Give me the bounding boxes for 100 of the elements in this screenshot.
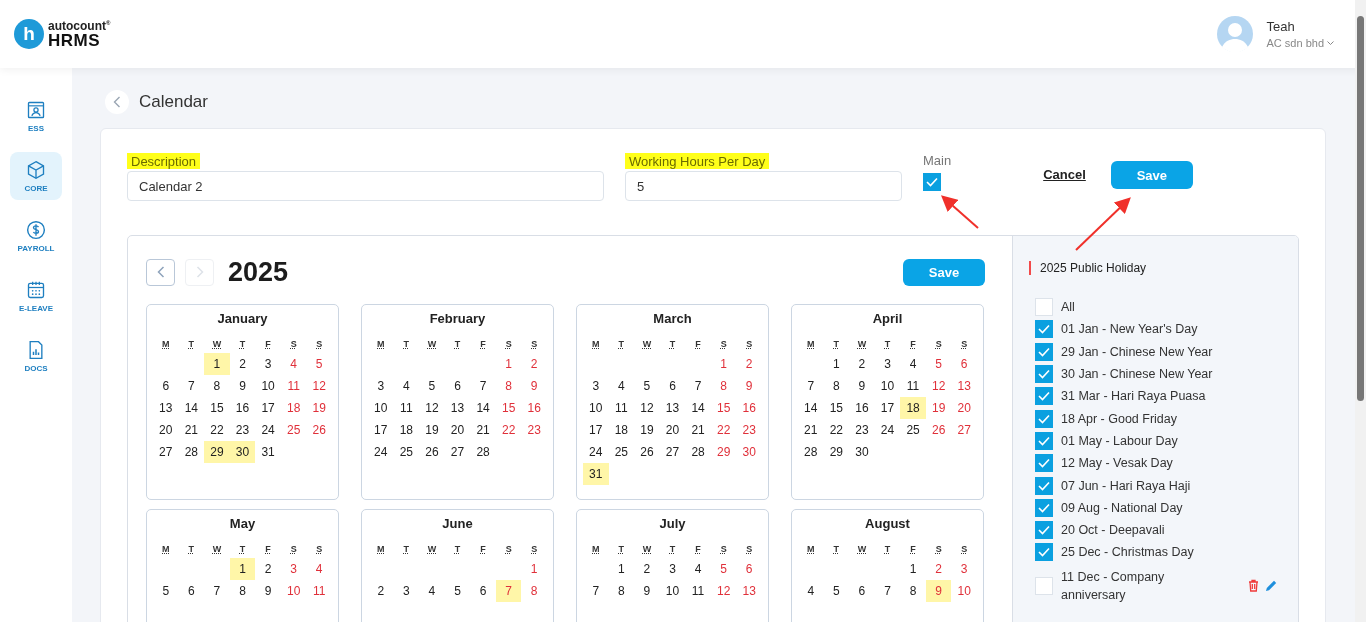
calendar-day[interactable]: 26 bbox=[419, 441, 445, 463]
calendar-day[interactable]: 31 bbox=[255, 441, 281, 463]
calendar-day[interactable]: 13 bbox=[659, 397, 686, 419]
calendar-day[interactable]: 26 bbox=[634, 441, 660, 463]
calendar-day[interactable]: 27 bbox=[444, 441, 471, 463]
calendar-day[interactable]: 11 bbox=[393, 397, 420, 419]
hours-input[interactable]: 5 bbox=[625, 171, 902, 201]
calendar-day[interactable]: 4 bbox=[608, 375, 635, 397]
checkbox[interactable] bbox=[1035, 476, 1053, 495]
calendar-day[interactable]: 5 bbox=[925, 353, 952, 375]
calendar-day[interactable]: 11 bbox=[900, 375, 926, 397]
calendar-day[interactable]: 13 bbox=[153, 397, 179, 419]
calendar-day[interactable]: 10 bbox=[951, 580, 977, 602]
checkbox[interactable] bbox=[1035, 365, 1053, 384]
calendar-day[interactable]: 24 bbox=[874, 419, 901, 441]
calendar-day[interactable]: 20 bbox=[153, 419, 179, 441]
calendar-day[interactable]: 12 bbox=[306, 375, 332, 397]
calendar-day[interactable]: 14 bbox=[798, 397, 824, 419]
calendar-day[interactable]: 2 bbox=[634, 558, 660, 580]
calendar-day[interactable]: 9 bbox=[255, 580, 281, 602]
back-button[interactable] bbox=[105, 90, 129, 114]
calendar-day[interactable]: 18 bbox=[280, 397, 307, 419]
calendar-day[interactable]: 29 bbox=[710, 441, 737, 463]
calendar-day[interactable]: 30 bbox=[229, 441, 256, 463]
calendar-day[interactable]: 28 bbox=[685, 441, 711, 463]
checkbox[interactable] bbox=[1035, 431, 1053, 450]
calendar-day[interactable]: 18 bbox=[900, 397, 926, 419]
calendar-day[interactable]: 9 bbox=[229, 375, 256, 397]
checkbox[interactable] bbox=[1035, 521, 1053, 540]
calendar-day[interactable]: 9 bbox=[925, 580, 952, 602]
checkbox[interactable] bbox=[1035, 387, 1053, 406]
calendar-day[interactable]: 12 bbox=[925, 375, 952, 397]
calendar-day[interactable]: 9 bbox=[849, 375, 875, 397]
calendar-day[interactable]: 7 bbox=[495, 580, 522, 602]
calendar-day[interactable]: 14 bbox=[470, 397, 496, 419]
calendar-day[interactable]: 17 bbox=[583, 419, 609, 441]
calendar-day[interactable]: 28 bbox=[470, 441, 496, 463]
calendar-day[interactable]: 1 bbox=[521, 558, 547, 580]
calendar-day[interactable]: 3 bbox=[874, 353, 901, 375]
calendar-day[interactable]: 2 bbox=[368, 580, 394, 602]
calendar-day[interactable]: 7 bbox=[204, 580, 230, 602]
calendar-day[interactable]: 20 bbox=[951, 397, 977, 419]
calendar-day[interactable]: 1 bbox=[204, 353, 230, 375]
calendar-day[interactable]: 31 bbox=[583, 463, 609, 485]
calendar-day[interactable]: 10 bbox=[255, 375, 281, 397]
calendar-day[interactable]: 1 bbox=[229, 558, 256, 580]
calendar-day[interactable]: 4 bbox=[900, 353, 926, 375]
main-checkbox[interactable] bbox=[923, 173, 941, 191]
calendar-day[interactable]: 5 bbox=[710, 558, 737, 580]
calendar-day[interactable]: 30 bbox=[736, 441, 762, 463]
calendar-day[interactable]: 9 bbox=[634, 580, 660, 602]
calendar-day[interactable]: 15 bbox=[204, 397, 230, 419]
calendar-day[interactable]: 8 bbox=[823, 375, 850, 397]
calendar-day[interactable]: 9 bbox=[521, 375, 547, 397]
sidebar-item[interactable]: E-LEAVE bbox=[10, 272, 62, 320]
calendar-day[interactable]: 2 bbox=[521, 353, 547, 375]
calendar-day[interactable]: 13 bbox=[736, 580, 762, 602]
calendar-day[interactable]: 19 bbox=[419, 419, 445, 441]
calendar-day[interactable]: 19 bbox=[925, 397, 952, 419]
calendar-day[interactable]: 8 bbox=[710, 375, 737, 397]
calendar-day[interactable]: 20 bbox=[444, 419, 471, 441]
calendar-day[interactable]: 6 bbox=[951, 353, 977, 375]
calendar-day[interactable]: 22 bbox=[710, 419, 737, 441]
sidebar-item[interactable]: DOCS bbox=[10, 332, 62, 380]
calendar-day[interactable]: 1 bbox=[710, 353, 737, 375]
calendar-day[interactable]: 4 bbox=[280, 353, 307, 375]
calendar-day[interactable]: 21 bbox=[178, 419, 205, 441]
calendar-day[interactable]: 23 bbox=[521, 419, 547, 441]
calendar-day[interactable]: 25 bbox=[608, 441, 635, 463]
calendar-day[interactable]: 6 bbox=[736, 558, 762, 580]
calendar-day[interactable]: 28 bbox=[178, 441, 205, 463]
calendar-day[interactable]: 6 bbox=[444, 375, 471, 397]
calendar-day[interactable]: 6 bbox=[178, 580, 205, 602]
calendar-day[interactable]: 7 bbox=[685, 375, 711, 397]
calendar-day[interactable]: 12 bbox=[419, 397, 445, 419]
calendar-day[interactable]: 13 bbox=[444, 397, 471, 419]
previous-year-button[interactable] bbox=[146, 258, 175, 286]
calendar-day[interactable]: 11 bbox=[306, 580, 332, 602]
calendar-day[interactable]: 3 bbox=[583, 375, 609, 397]
calendar-day[interactable]: 27 bbox=[951, 419, 977, 441]
calendar-day[interactable]: 8 bbox=[521, 580, 547, 602]
checkbox[interactable] bbox=[1035, 342, 1053, 361]
calendar-day[interactable]: 13 bbox=[951, 375, 977, 397]
calendar-day[interactable]: 2 bbox=[736, 353, 762, 375]
scrollbar-thumb[interactable] bbox=[1357, 16, 1364, 401]
calendar-day[interactable]: 30 bbox=[849, 441, 875, 463]
calendar-day[interactable]: 4 bbox=[393, 375, 420, 397]
calendar-day[interactable]: 3 bbox=[280, 558, 307, 580]
calendar-day[interactable]: 18 bbox=[393, 419, 420, 441]
calendar-day[interactable]: 26 bbox=[306, 419, 332, 441]
calendar-day[interactable]: 28 bbox=[798, 441, 824, 463]
calendar-day[interactable]: 8 bbox=[495, 375, 522, 397]
calendar-day[interactable]: 7 bbox=[583, 580, 609, 602]
calendar-day[interactable]: 6 bbox=[659, 375, 686, 397]
calendar-day[interactable]: 22 bbox=[823, 419, 850, 441]
calendar-day[interactable]: 4 bbox=[798, 580, 824, 602]
sidebar-item[interactable]: ESS bbox=[10, 92, 62, 140]
calendar-day[interactable]: 22 bbox=[204, 419, 230, 441]
calendar-day[interactable]: 7 bbox=[874, 580, 901, 602]
trash-icon[interactable] bbox=[1248, 579, 1259, 593]
